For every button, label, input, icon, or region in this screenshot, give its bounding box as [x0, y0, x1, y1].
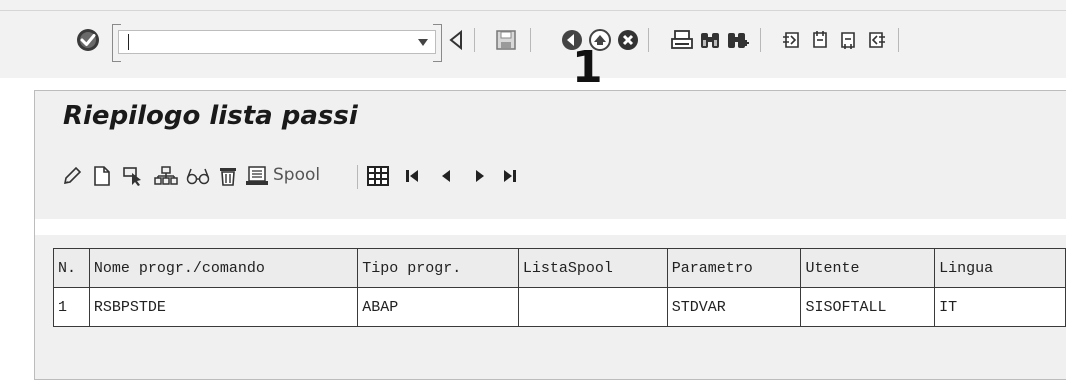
toolbar-divider — [0, 10, 1066, 11]
column-header-spool-list[interactable]: ListaSpool — [517, 248, 668, 288]
dropdown-icon[interactable] — [417, 36, 429, 48]
toolbar-separator — [357, 165, 358, 189]
last-icon[interactable] — [497, 163, 523, 189]
cell-spool-list[interactable] — [517, 287, 668, 327]
column-header-number[interactable]: N. — [53, 248, 90, 288]
steps-table: N. Nome progr./comando Tipo progr. Lista… — [53, 248, 1066, 327]
find-next-icon[interactable] — [724, 27, 752, 53]
create-icon[interactable] — [89, 163, 115, 189]
previous-page-icon[interactable] — [806, 27, 834, 53]
cell-language[interactable]: IT — [934, 287, 1066, 327]
cancel-icon[interactable] — [614, 27, 642, 53]
back-triangle-icon[interactable] — [442, 27, 470, 53]
spool-label[interactable]: Spool — [273, 165, 320, 185]
cell-number[interactable]: 1 — [53, 287, 90, 327]
toolbar-separator — [898, 28, 899, 52]
column-header-program-type[interactable]: Tipo progr. — [357, 248, 519, 288]
toolbar-separator — [760, 28, 761, 52]
toolbar-separator — [648, 28, 649, 52]
text-caret — [128, 34, 129, 50]
toolbar-separator — [474, 28, 475, 52]
find-icon[interactable] — [696, 27, 724, 53]
panel-band — [35, 219, 1066, 235]
last-page-icon[interactable] — [862, 27, 890, 53]
select-icon[interactable] — [121, 163, 147, 189]
cell-user[interactable]: SISOFTALL — [800, 287, 936, 327]
first-page-icon[interactable] — [778, 27, 806, 53]
next-page-icon[interactable] — [834, 27, 862, 53]
column-header-language[interactable]: Lingua — [934, 248, 1066, 288]
standard-toolbar — [0, 0, 1066, 78]
cell-program-type[interactable]: ABAP — [357, 287, 519, 327]
page-title: Riepilogo lista passi — [63, 101, 358, 131]
column-header-user[interactable]: Utente — [800, 248, 936, 288]
enter-check-icon[interactable] — [74, 27, 102, 53]
step-list-panel: Riepilogo lista passi Spool — [34, 90, 1066, 380]
glasses-icon[interactable] — [185, 163, 211, 189]
print-icon[interactable] — [668, 27, 696, 53]
structure-icon[interactable] — [153, 163, 179, 189]
save-icon[interactable] — [492, 27, 520, 53]
application-toolbar: Spool — [35, 147, 1066, 209]
cell-program[interactable]: RSBPSTDE — [88, 287, 359, 327]
command-input[interactable] — [119, 31, 407, 53]
table-row[interactable]: 1 RSBPSTDE ABAP STDVAR SISOFTALL IT — [53, 287, 1066, 327]
table-header-row: N. Nome progr./comando Tipo progr. Lista… — [53, 248, 1066, 288]
delete-icon[interactable] — [215, 163, 241, 189]
spool-icon[interactable] — [245, 163, 271, 189]
previous-icon[interactable] — [433, 163, 459, 189]
command-field-wrapper — [112, 24, 442, 62]
command-field[interactable] — [118, 30, 436, 54]
next-icon[interactable] — [467, 163, 493, 189]
edit-icon[interactable] — [59, 163, 85, 189]
toolbar-separator — [530, 28, 531, 52]
cell-parameter[interactable]: STDVAR — [666, 287, 802, 327]
first-icon[interactable] — [399, 163, 425, 189]
column-header-parameter[interactable]: Parametro — [666, 248, 802, 288]
callout-number: 1 — [572, 42, 603, 93]
column-header-program[interactable]: Nome progr./comando — [88, 248, 359, 288]
grid-icon[interactable] — [365, 163, 391, 189]
